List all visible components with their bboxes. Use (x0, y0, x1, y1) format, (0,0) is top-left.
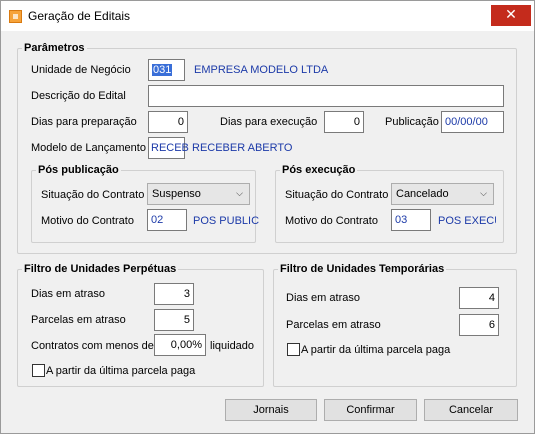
pos-pub-situacao-select[interactable]: Suspenso ⌵ (147, 183, 250, 205)
jornais-button[interactable]: Jornais (225, 399, 317, 421)
perp-dias-atraso-label: Dias em atraso (31, 288, 105, 300)
pos-execucao-legend: Pós execução (282, 164, 356, 176)
dialog-window: Geração de Editais ✕ Parâmetros Unidade … (0, 0, 535, 434)
filtro-perpetuas-legend: Filtro de Unidades Perpétuas (24, 263, 177, 275)
perp-contratos-input[interactable]: 0,00% (154, 334, 206, 356)
close-button[interactable]: ✕ (491, 5, 531, 26)
pos-exec-motivo-label: Motivo do Contrato (285, 215, 378, 227)
title-bar: Geração de Editais ✕ (1, 1, 534, 31)
perp-ultima-parcela-checkbox[interactable] (32, 364, 45, 377)
descricao-input[interactable] (148, 85, 504, 107)
window-title: Geração de Editais (28, 9, 131, 23)
pos-publicacao-legend: Pós publicação (38, 164, 119, 176)
modelo-label: Modelo de Lançamento (31, 142, 146, 154)
pos-exec-motivo-input[interactable]: 03 (391, 209, 431, 231)
pos-pub-motivo-name: POS PUBLIC (193, 215, 260, 227)
temp-ultima-parcela-checkbox[interactable] (287, 343, 300, 356)
temp-dias-atraso-input[interactable]: 4 (459, 287, 499, 309)
confirmar-button[interactable]: Confirmar (324, 399, 417, 421)
dias-preparacao-label: Dias para preparação (31, 116, 137, 128)
unidade-code-input[interactable]: 031 (148, 59, 185, 81)
pos-exec-motivo-name: POS EXECU( (438, 215, 496, 227)
pos-exec-situacao-label: Situação do Contrato (285, 189, 389, 201)
chevron-down-icon: ⌵ (480, 189, 487, 199)
app-icon (9, 10, 22, 23)
perp-dias-atraso-input[interactable]: 3 (154, 283, 194, 305)
modelo-name: RECEBER ABERTO (192, 142, 293, 154)
temp-dias-atraso-label: Dias em atraso (286, 292, 360, 304)
cancelar-button[interactable]: Cancelar (424, 399, 518, 421)
perp-parcelas-label: Parcelas em atraso (31, 314, 126, 326)
dias-execucao-input[interactable]: 0 (324, 111, 364, 133)
modelo-code-input[interactable]: RECEB (148, 137, 189, 159)
perp-liquidado-label: liquidado (210, 340, 255, 352)
temp-parcelas-label: Parcelas em atraso (286, 319, 381, 331)
pos-exec-situacao-value: Cancelado (396, 188, 449, 200)
pos-pub-motivo-label: Motivo do Contrato (41, 215, 134, 227)
temp-parcelas-input[interactable]: 6 (459, 314, 499, 336)
temp-ultima-parcela-label: A partir da última parcela paga (301, 344, 451, 356)
publicacao-input[interactable]: 00/00/00 (441, 111, 504, 133)
descricao-label: Descrição do Edital (31, 90, 126, 102)
dias-preparacao-input[interactable]: 0 (148, 111, 188, 133)
parametros-legend: Parâmetros (24, 42, 85, 54)
unidade-code-value: 031 (152, 64, 173, 76)
pos-pub-motivo-input[interactable]: 02 (147, 209, 187, 231)
pos-pub-situacao-label: Situação do Contrato (41, 189, 145, 201)
unidade-name: EMPRESA MODELO LTDA (194, 64, 329, 76)
dias-execucao-label: Dias para execução (220, 116, 318, 128)
unidade-label: Unidade de Negócio (31, 64, 131, 76)
chevron-down-icon: ⌵ (236, 189, 243, 199)
filtro-temporarias-legend: Filtro de Unidades Temporárias (280, 263, 445, 275)
perp-contratos-label: Contratos com menos de (31, 340, 154, 352)
perp-ultima-parcela-label: A partir da última parcela paga (46, 365, 196, 377)
publicacao-label: Publicação (385, 116, 439, 128)
perp-parcelas-input[interactable]: 5 (154, 309, 194, 331)
pos-pub-situacao-value: Suspenso (152, 188, 201, 200)
pos-exec-situacao-select[interactable]: Cancelado ⌵ (391, 183, 494, 205)
